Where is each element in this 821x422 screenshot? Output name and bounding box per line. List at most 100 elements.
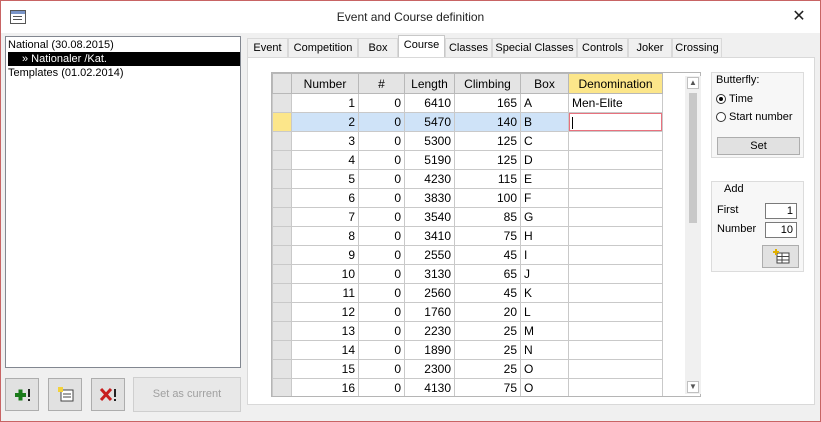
table-cell[interactable]: 4 bbox=[291, 150, 359, 170]
event-tree[interactable]: National (30.08.2015) » Nationaler /Kat.… bbox=[5, 36, 241, 368]
scroll-up-icon[interactable]: ▲ bbox=[687, 77, 699, 89]
table-cell[interactable]: 0 bbox=[358, 150, 405, 170]
table-cell[interactable]: 0 bbox=[358, 188, 405, 208]
row-selector[interactable] bbox=[272, 283, 292, 303]
table-cell[interactable]: 25 bbox=[454, 359, 521, 379]
table-cell[interactable]: 4130 bbox=[404, 378, 455, 396]
table-cell[interactable] bbox=[568, 378, 663, 396]
tree-item-national[interactable]: National (30.08.2015) bbox=[8, 38, 114, 52]
table-cell[interactable]: 6 bbox=[291, 188, 359, 208]
column-header-box[interactable]: Box bbox=[520, 73, 569, 94]
table-row[interactable]: 9 0 2550 45 I bbox=[272, 245, 663, 265]
course-grid[interactable]: Number # Length Climbing Box Denominatio… bbox=[271, 72, 701, 397]
row-selector[interactable] bbox=[272, 226, 292, 246]
table-row[interactable]: 6 0 3830 100 F bbox=[272, 188, 663, 208]
table-cell[interactable]: 25 bbox=[454, 321, 521, 341]
column-header-climbing[interactable]: Climbing bbox=[454, 73, 521, 94]
row-selector[interactable] bbox=[272, 245, 292, 265]
table-cell[interactable]: 10 bbox=[291, 264, 359, 284]
radio-time[interactable]: Time bbox=[716, 92, 753, 106]
tab-competition[interactable]: Competition bbox=[288, 38, 358, 57]
table-cell[interactable]: O bbox=[520, 378, 569, 396]
table-row[interactable]: 7 0 3540 85 G bbox=[272, 207, 663, 227]
table-cell[interactable]: 3540 bbox=[404, 207, 455, 227]
table-cell[interactable]: 125 bbox=[454, 150, 521, 170]
table-cell[interactable]: M bbox=[520, 321, 569, 341]
add-courses-button[interactable] bbox=[762, 245, 799, 268]
table-cell[interactable]: 0 bbox=[358, 226, 405, 246]
delete-event-button[interactable] bbox=[91, 378, 125, 411]
table-cell[interactable]: A bbox=[520, 93, 569, 113]
select-all-corner[interactable] bbox=[272, 73, 292, 94]
row-selector[interactable] bbox=[272, 131, 292, 151]
row-selector[interactable] bbox=[272, 378, 292, 396]
table-cell[interactable]: F bbox=[520, 188, 569, 208]
table-cell[interactable]: 6410 bbox=[404, 93, 455, 113]
table-cell[interactable]: 0 bbox=[358, 169, 405, 189]
table-row[interactable]: 4 0 5190 125 D bbox=[272, 150, 663, 170]
table-cell[interactable]: 5300 bbox=[404, 131, 455, 151]
table-row[interactable]: 2 0 5470 140 B bbox=[272, 112, 663, 132]
tab-special-classes[interactable]: Special Classes bbox=[492, 38, 577, 57]
table-cell[interactable]: G bbox=[520, 207, 569, 227]
close-button[interactable]: ✕ bbox=[782, 3, 816, 31]
tab-event[interactable]: Event bbox=[247, 38, 288, 57]
table-cell[interactable]: 20 bbox=[454, 302, 521, 322]
table-cell[interactable]: 0 bbox=[358, 93, 405, 113]
table-cell[interactable]: 65 bbox=[454, 264, 521, 284]
table-cell[interactable]: 13 bbox=[291, 321, 359, 341]
table-cell[interactable] bbox=[568, 264, 663, 284]
table-row[interactable]: 13 0 2230 25 M bbox=[272, 321, 663, 341]
table-cell[interactable]: Men-Elite bbox=[568, 93, 663, 113]
table-cell[interactable]: 3130 bbox=[404, 264, 455, 284]
grid-vertical-scrollbar[interactable]: ▲ ▼ bbox=[685, 76, 701, 394]
table-cell[interactable]: 0 bbox=[358, 264, 405, 284]
table-cell[interactable]: 0 bbox=[358, 378, 405, 396]
table-row[interactable]: 8 0 3410 75 H bbox=[272, 226, 663, 246]
table-cell[interactable]: 7 bbox=[291, 207, 359, 227]
table-cell[interactable]: 12 bbox=[291, 302, 359, 322]
tab-course[interactable]: Course bbox=[398, 35, 445, 58]
row-selector[interactable] bbox=[272, 321, 292, 341]
table-cell[interactable]: 45 bbox=[454, 283, 521, 303]
table-row[interactable]: 12 0 1760 20 L bbox=[272, 302, 663, 322]
table-cell[interactable]: N bbox=[520, 340, 569, 360]
table-row[interactable]: 11 0 2560 45 K bbox=[272, 283, 663, 303]
first-input[interactable]: 1 bbox=[765, 203, 797, 219]
table-cell[interactable]: 0 bbox=[358, 131, 405, 151]
table-cell[interactable]: 0 bbox=[358, 340, 405, 360]
row-selector[interactable] bbox=[272, 150, 292, 170]
table-cell[interactable] bbox=[568, 207, 663, 227]
table-cell[interactable]: 0 bbox=[358, 359, 405, 379]
table-cell[interactable]: H bbox=[520, 226, 569, 246]
tab-joker[interactable]: Joker bbox=[628, 38, 672, 57]
table-cell[interactable]: C bbox=[520, 131, 569, 151]
row-selector[interactable] bbox=[272, 302, 292, 322]
table-cell[interactable]: 1 bbox=[291, 93, 359, 113]
tree-item-nationaler-kat[interactable]: » Nationaler /Kat. bbox=[8, 52, 240, 66]
scroll-thumb[interactable] bbox=[689, 93, 697, 223]
table-cell[interactable]: 3410 bbox=[404, 226, 455, 246]
table-cell[interactable]: 1890 bbox=[404, 340, 455, 360]
table-cell[interactable]: 0 bbox=[358, 245, 405, 265]
set-as-current-button[interactable]: Set as current bbox=[133, 377, 241, 412]
table-cell[interactable]: D bbox=[520, 150, 569, 170]
table-row[interactable]: 14 0 1890 25 N bbox=[272, 340, 663, 360]
row-selector[interactable] bbox=[272, 340, 292, 360]
table-cell[interactable]: 0 bbox=[358, 112, 405, 132]
row-selector[interactable] bbox=[272, 207, 292, 227]
table-cell[interactable] bbox=[568, 188, 663, 208]
tab-controls[interactable]: Controls bbox=[577, 38, 628, 57]
tab-box[interactable]: Box bbox=[358, 38, 398, 57]
table-cell[interactable]: 5190 bbox=[404, 150, 455, 170]
set-button[interactable]: Set bbox=[717, 137, 800, 155]
table-cell[interactable]: 115 bbox=[454, 169, 521, 189]
table-cell[interactable] bbox=[568, 131, 663, 151]
table-cell[interactable]: 45 bbox=[454, 245, 521, 265]
table-cell[interactable] bbox=[568, 245, 663, 265]
table-cell[interactable]: 2230 bbox=[404, 321, 455, 341]
table-cell[interactable]: 15 bbox=[291, 359, 359, 379]
table-row[interactable]: 16 0 4130 75 O bbox=[272, 378, 663, 396]
add-event-button[interactable] bbox=[5, 378, 39, 411]
table-cell[interactable]: 140 bbox=[454, 112, 521, 132]
